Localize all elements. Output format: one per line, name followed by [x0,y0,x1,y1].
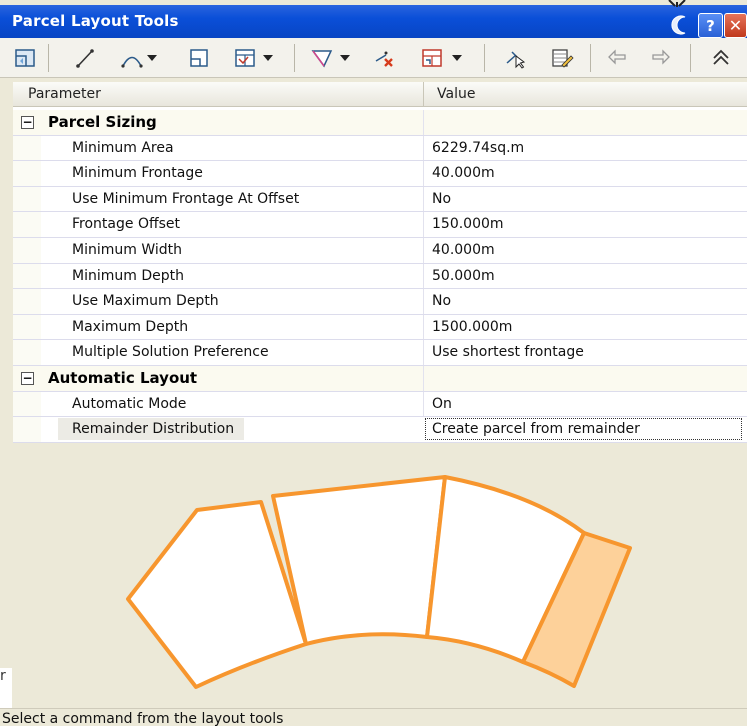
layout-toolbar [0,38,747,78]
parcel-edit-icon[interactable] [233,44,281,72]
subentity-editor-icon[interactable] [550,44,574,72]
property-row-use-minimum-frontage-at-offset[interactable]: Use Minimum Frontage At Offset No [13,186,747,213]
parameter-value[interactable]: 40.000m [432,242,495,258]
row-gutter [13,186,41,212]
row-gutter [13,212,41,237]
category-automatic-layout[interactable]: − Automatic Layout [13,366,747,392]
row-gutter [13,289,41,314]
category-label: Automatic Layout [48,369,198,387]
collapse-toggle-icon[interactable]: − [21,372,34,385]
parameter-name: Maximum Depth [72,318,189,335]
column-divider [423,186,424,212]
parameter-value[interactable]: 40.000m [432,165,495,181]
toolbar-separator [48,44,49,72]
status-bar: Select a command from the layout tools [0,708,747,726]
column-divider [423,212,424,237]
swing-line-create-icon[interactable] [120,44,158,72]
help-button[interactable]: ? [698,13,723,38]
property-row-frontage-offset[interactable]: Frontage Offset 150.000m [13,212,747,238]
row-gutter [13,135,41,161]
toolbar-separator [484,44,485,72]
parameter-name: Minimum Depth [72,267,184,284]
property-row-minimum-width[interactable]: Minimum Width 40.000m [13,238,747,264]
parameter-name: Use Maximum Depth [72,293,219,310]
category-parcel-sizing[interactable]: − Parcel Sizing [13,110,747,136]
parameter-value[interactable]: 1500.000m [432,319,512,335]
column-divider [423,314,424,340]
column-divider [423,238,424,263]
parcel-preview-svg [126,475,632,689]
column-divider [423,263,424,289]
row-gutter [13,263,41,289]
property-grid: Parameter Value − Parcel Sizing Minimum … [13,82,747,443]
row-gutter [13,161,41,186]
side-glyph: r [0,668,12,712]
row-gutter [13,391,41,417]
parameter-value[interactable]: No [432,191,451,207]
column-divider [423,110,424,135]
redo-icon[interactable] [648,44,672,72]
parcel-layout-tools-window: Parcel Layout Tools ? ✕ Parameter Value … [0,0,747,726]
property-row-minimum-depth[interactable]: Minimum Depth 50.000m [13,263,747,290]
collapse-icon[interactable] [710,44,732,72]
parameter-column-header[interactable]: Parameter [28,86,101,102]
pi-edit-icon[interactable] [310,44,358,72]
parameter-name: Use Minimum Frontage At Offset [72,190,300,207]
row-gutter [13,238,41,263]
layout-preview-diagram [13,454,747,710]
property-row-maximum-depth[interactable]: Maximum Depth 1500.000m [13,314,747,341]
create-parcel-icon[interactable] [14,44,36,72]
column-divider [423,391,424,417]
window-title: Parcel Layout Tools [12,12,179,30]
property-row-remainder-distribution[interactable]: Remainder Distribution Create parcel fro… [13,417,747,443]
row-gutter [13,417,41,442]
status-message: Select a command from the layout tools [2,711,284,726]
parcel-union-icon[interactable] [420,44,470,72]
property-row-multiple-solution-preference[interactable]: Multiple Solution Preference Use shortes… [13,340,747,366]
toolbar-separator [294,44,295,72]
resize-grip-icon [668,0,686,7]
property-row-automatic-mode[interactable]: Automatic Mode On [13,391,747,418]
parameter-name: Remainder Distribution [72,421,235,438]
free-form-create-icon[interactable] [188,44,210,72]
undo-icon[interactable] [606,44,630,72]
parameter-name: Automatic Mode [72,395,187,412]
column-divider [423,135,424,161]
delete-subentity-icon[interactable] [372,44,398,72]
parcel-shape [271,475,447,646]
toolbar-separator [590,44,591,72]
title-bar[interactable]: Parcel Layout Tools ? ✕ [0,5,747,38]
parameter-value[interactable]: 6229.74sq.m [432,140,524,156]
toolbar-separator [690,44,691,72]
parameter-name: Minimum Width [72,242,183,258]
collapse-toggle-icon[interactable]: − [21,116,34,129]
parameter-value[interactable]: Create parcel from remainder [432,421,640,437]
parameter-name: Frontage Offset [72,216,181,233]
parameter-value[interactable]: 50.000m [432,268,495,284]
parameter-name: Minimum Frontage [72,165,203,182]
close-button[interactable]: ✕ [724,13,747,38]
row-gutter [13,314,41,340]
pick-subentity-icon[interactable] [504,44,528,72]
parameter-name: Minimum Area [72,139,174,156]
parameter-value[interactable]: No [432,293,451,309]
parameter-value[interactable]: 150.000m [432,216,504,232]
property-row-use-maximum-depth[interactable]: Use Maximum Depth No [13,289,747,315]
property-row-minimum-area[interactable]: Minimum Area 6229.74sq.m [13,135,747,162]
value-column-header[interactable]: Value [437,86,475,102]
column-divider [423,366,424,391]
property-row-minimum-frontage[interactable]: Minimum Frontage 40.000m [13,161,747,187]
header-divider[interactable] [423,82,424,107]
parameter-value[interactable]: Use shortest frontage [432,344,584,360]
column-divider [423,289,424,314]
row-gutter [13,340,41,365]
column-divider [423,161,424,186]
autodesk-logo-icon [668,13,692,37]
slide-line-create-icon[interactable] [74,44,96,72]
column-divider [423,340,424,365]
grid-header: Parameter Value [13,82,747,107]
category-label: Parcel Sizing [48,113,157,131]
parameter-value[interactable]: On [432,396,452,412]
parameter-name: Multiple Solution Preference [72,344,269,361]
